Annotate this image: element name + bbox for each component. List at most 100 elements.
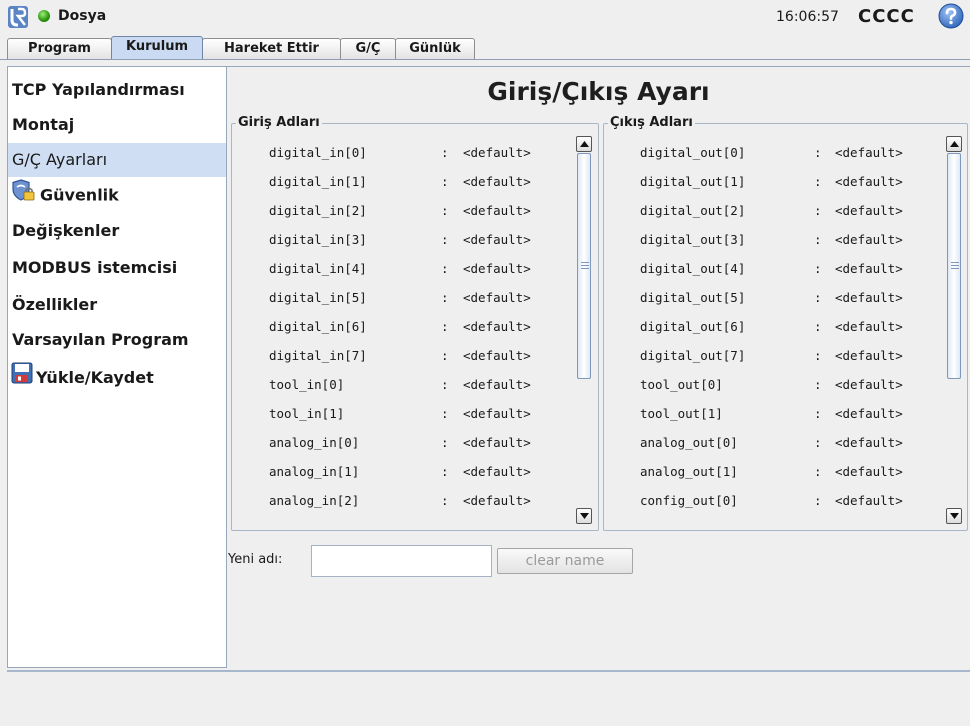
io-custom-name: <default> (835, 145, 903, 160)
output-names-group: Çıkış Adları digital_out[0]: <default> dig… (603, 115, 968, 531)
io-signal-name: analog_in[0] (269, 435, 360, 450)
io-signal-name: digital_in[2] (269, 203, 367, 218)
io-signal-name: digital_out[3] (640, 232, 746, 247)
sidebar-item-mounting[interactable]: Montaj (8, 108, 226, 142)
io-signal-name: analog_out[1] (640, 464, 738, 479)
io-signal-name: digital_in[3] (269, 232, 367, 247)
io-custom-name: <default> (463, 464, 531, 479)
io-signal-name: digital_in[6] (269, 319, 367, 334)
io-separator: : (441, 435, 449, 450)
io-separator: : (441, 377, 449, 392)
io-signal-name: digital_out[2] (640, 203, 746, 218)
io-separator: : (814, 515, 822, 524)
io-separator: : (814, 319, 822, 334)
io-signal-name: config_out[0] (640, 493, 738, 508)
sidebar-item-variables[interactable]: Değişkenler (8, 214, 226, 248)
io-separator: : (814, 232, 822, 247)
tab-bar: Program Kurulum Hareket Ettir G/Ç Günlük (0, 34, 970, 60)
sidebar-item-load-save[interactable]: Yükle/Kaydet (8, 361, 226, 395)
io-signal-name: analog_out[0] (640, 435, 738, 450)
new-name-input[interactable] (311, 545, 492, 577)
clock: 16:06:57 (776, 9, 839, 25)
io-separator: : (814, 493, 822, 508)
io-separator: : (814, 406, 822, 421)
output-names-title: Çıkış Adları (608, 115, 695, 130)
io-signal-name: config_out[1] (640, 515, 738, 524)
sidebar-item-label: Özellikler (12, 295, 98, 314)
io-custom-name: <default> (463, 406, 531, 421)
sidebar-item-label: Varsayılan Program (12, 330, 189, 349)
output-names-list[interactable]: digital_out[0]: <default> digital_out[1]: <… (608, 136, 942, 524)
io-signal-name: tool_in[1] (269, 406, 345, 421)
io-separator: : (814, 435, 822, 450)
io-custom-name: <default> (835, 493, 903, 508)
io-signal-name: digital_in[0] (269, 145, 367, 160)
scrollbar-thumb[interactable] (577, 153, 591, 379)
ur-logo-icon (8, 6, 28, 28)
io-separator: : (441, 464, 449, 479)
io-custom-name: <default> (835, 232, 903, 247)
tab-kurulum[interactable]: Kurulum (111, 36, 203, 59)
scrollbar-thumb[interactable] (947, 153, 961, 379)
output-scrollbar[interactable] (946, 136, 962, 524)
io-custom-name: <default> (463, 435, 531, 450)
io-separator: : (814, 145, 822, 160)
tab-hareket-ettir[interactable]: Hareket Ettir (202, 38, 341, 59)
io-separator: : (441, 203, 449, 218)
sidebar-item-label: MODBUS istemcisi (12, 258, 178, 277)
scroll-up-button[interactable] (946, 136, 962, 152)
sidebar-item-features[interactable]: Özellikler (8, 288, 226, 322)
io-custom-name: <default> (835, 174, 903, 189)
io-custom-name: <default> (463, 261, 531, 276)
io-separator: : (441, 290, 449, 305)
clear-name-button[interactable]: clear name (497, 548, 633, 574)
io-custom-name: <default> (835, 348, 903, 363)
io-separator: : (441, 515, 449, 524)
io-signal-name: digital_in[1] (269, 174, 367, 189)
tab-io[interactable]: G/Ç (340, 38, 396, 59)
tab-program[interactable]: Program (7, 38, 112, 59)
io-custom-name: <default> (463, 290, 531, 305)
sidebar-item-io-setup[interactable]: G/Ç Ayarları (8, 143, 226, 177)
io-separator: : (441, 232, 449, 247)
help-icon[interactable] (938, 3, 964, 29)
sidebar-item-tcp[interactable]: TCP Yapılandırması (8, 73, 226, 107)
sidebar-item-label: Değişkenler (12, 221, 120, 240)
scroll-up-button[interactable] (576, 136, 592, 152)
io-custom-name: <default> (835, 290, 903, 305)
sidebar-item-label: TCP Yapılandırması (12, 80, 185, 99)
file-menu[interactable]: Dosya (58, 8, 106, 24)
scroll-down-button[interactable] (946, 508, 962, 524)
input-names-title: Giriş Adları (236, 115, 322, 130)
io-separator: : (814, 377, 822, 392)
sidebar-item-modbus[interactable]: MODBUS istemcisi (8, 251, 226, 285)
io-separator: : (441, 319, 449, 334)
scroll-down-button[interactable] (576, 508, 592, 524)
io-custom-name: <default> (463, 377, 531, 392)
io-separator: : (441, 493, 449, 508)
io-signal-name: digital_out[6] (640, 319, 746, 334)
shield-lock-icon (10, 178, 37, 214)
input-names-list[interactable]: digital_in[0]: <default> digital_in[1]: <de… (236, 136, 572, 524)
panel-bottom-border (7, 670, 970, 672)
page-title: Giriş/Çıkış Ayarı (487, 77, 710, 106)
input-names-group: Giriş Adları digital_in[0]: <default> digi… (231, 115, 599, 531)
sidebar-item-safety[interactable]: Güvenlik (8, 178, 226, 212)
io-signal-name: digital_out[1] (640, 174, 746, 189)
io-custom-name: <default> (835, 464, 903, 479)
io-separator: : (441, 348, 449, 363)
installation-sidebar: TCP Yapılandırması Montaj G/Ç Ayarları G… (7, 66, 227, 668)
io-custom-name: <default> (835, 515, 903, 524)
io-custom-name: <default> (835, 261, 903, 276)
io-signal-name: digital_out[0] (640, 145, 746, 160)
tab-gunluk[interactable]: Günlük (395, 38, 475, 59)
io-setup-panel: Giriş/Çıkış Ayarı Giriş Adları digital_i… (227, 66, 970, 673)
sidebar-item-label: Yükle/Kaydet (36, 368, 154, 387)
sidebar-item-default-program[interactable]: Varsayılan Program (8, 323, 226, 357)
io-custom-name: <default> (463, 174, 531, 189)
io-signal-name: tool_in[0] (269, 377, 345, 392)
io-separator: : (441, 174, 449, 189)
io-separator: : (814, 290, 822, 305)
sidebar-item-label: Montaj (12, 115, 75, 134)
input-scrollbar[interactable] (576, 136, 592, 524)
